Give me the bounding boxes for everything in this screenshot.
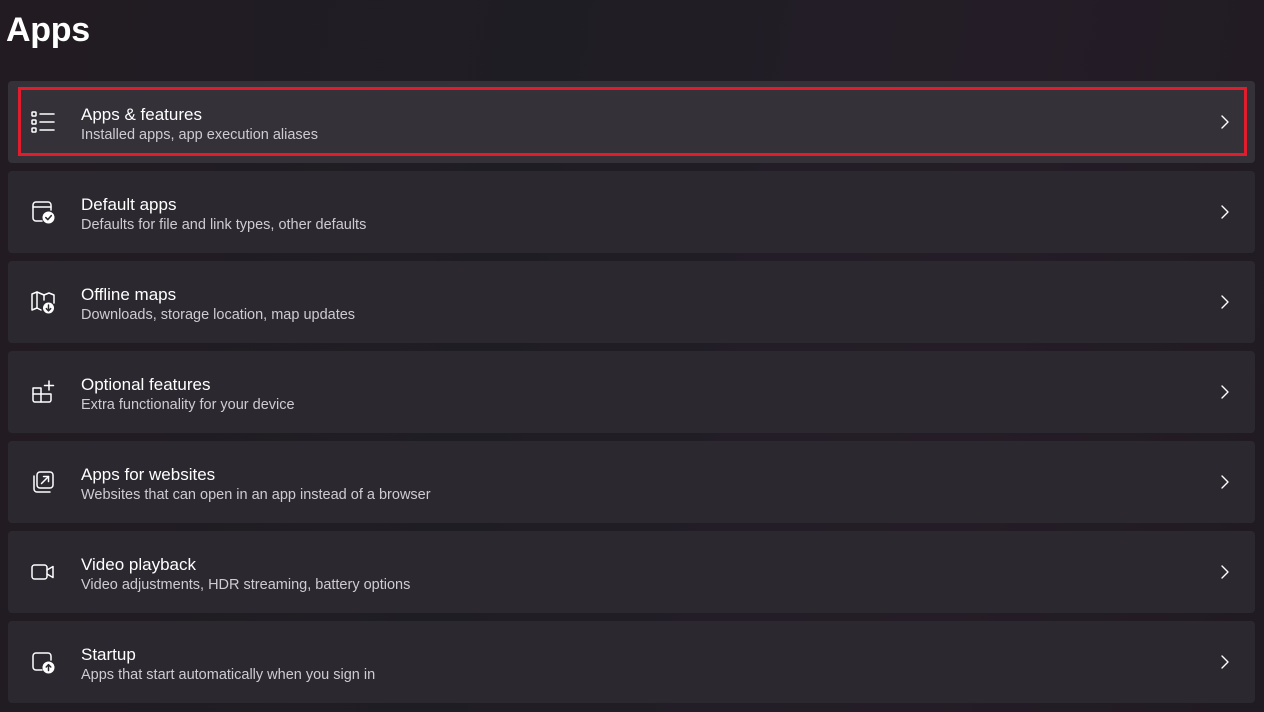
default-apps-icon xyxy=(30,199,56,225)
chevron-right-icon xyxy=(1216,563,1234,581)
item-description: Extra functionality for your device xyxy=(81,397,295,413)
item-title: Video playback xyxy=(81,555,196,574)
item-description: Defaults for file and link types, other … xyxy=(81,217,367,233)
item-description: Downloads, storage location, map updates xyxy=(81,307,356,323)
item-title: Apps & features xyxy=(81,105,202,124)
chevron-right-icon xyxy=(1216,653,1234,671)
add-grid-icon xyxy=(30,379,56,405)
map-download-icon xyxy=(30,289,56,315)
chevron-right-icon xyxy=(1216,113,1234,131)
chevron-right-icon xyxy=(1216,203,1234,221)
item-description: Apps that start automatically when you s… xyxy=(81,667,376,683)
item-description: Video adjustments, HDR streaming, batter… xyxy=(81,577,411,593)
item-title: Offline maps xyxy=(81,285,177,304)
apps-for-websites-item[interactable]: Apps for websites Websites that can open… xyxy=(8,441,1255,523)
item-title: Default apps xyxy=(81,195,177,214)
item-description: Websites that can open in an app instead… xyxy=(81,487,431,503)
video-camera-icon xyxy=(30,559,56,585)
open-in-app-icon xyxy=(30,469,56,495)
apps-and-features-item[interactable]: Apps & features Installed apps, app exec… xyxy=(8,81,1255,163)
page-title: Apps xyxy=(6,11,90,49)
default-apps-item[interactable]: Default apps Defaults for file and link … xyxy=(8,171,1255,253)
chevron-right-icon xyxy=(1216,293,1234,311)
video-playback-item[interactable]: Video playback Video adjustments, HDR st… xyxy=(8,531,1255,613)
settings-list: Apps & features Installed apps, app exec… xyxy=(8,81,1255,711)
chevron-right-icon xyxy=(1216,383,1234,401)
item-title: Startup xyxy=(81,645,136,664)
list-icon xyxy=(30,109,56,135)
optional-features-item[interactable]: Optional features Extra functionality fo… xyxy=(8,351,1255,433)
item-description: Installed apps, app execution aliases xyxy=(81,127,318,143)
offline-maps-item[interactable]: Offline maps Downloads, storage location… xyxy=(8,261,1255,343)
item-title: Apps for websites xyxy=(81,465,216,484)
chevron-right-icon xyxy=(1216,473,1234,491)
startup-icon xyxy=(30,649,56,675)
item-title: Optional features xyxy=(81,375,211,394)
startup-item[interactable]: Startup Apps that start automatically wh… xyxy=(8,621,1255,703)
